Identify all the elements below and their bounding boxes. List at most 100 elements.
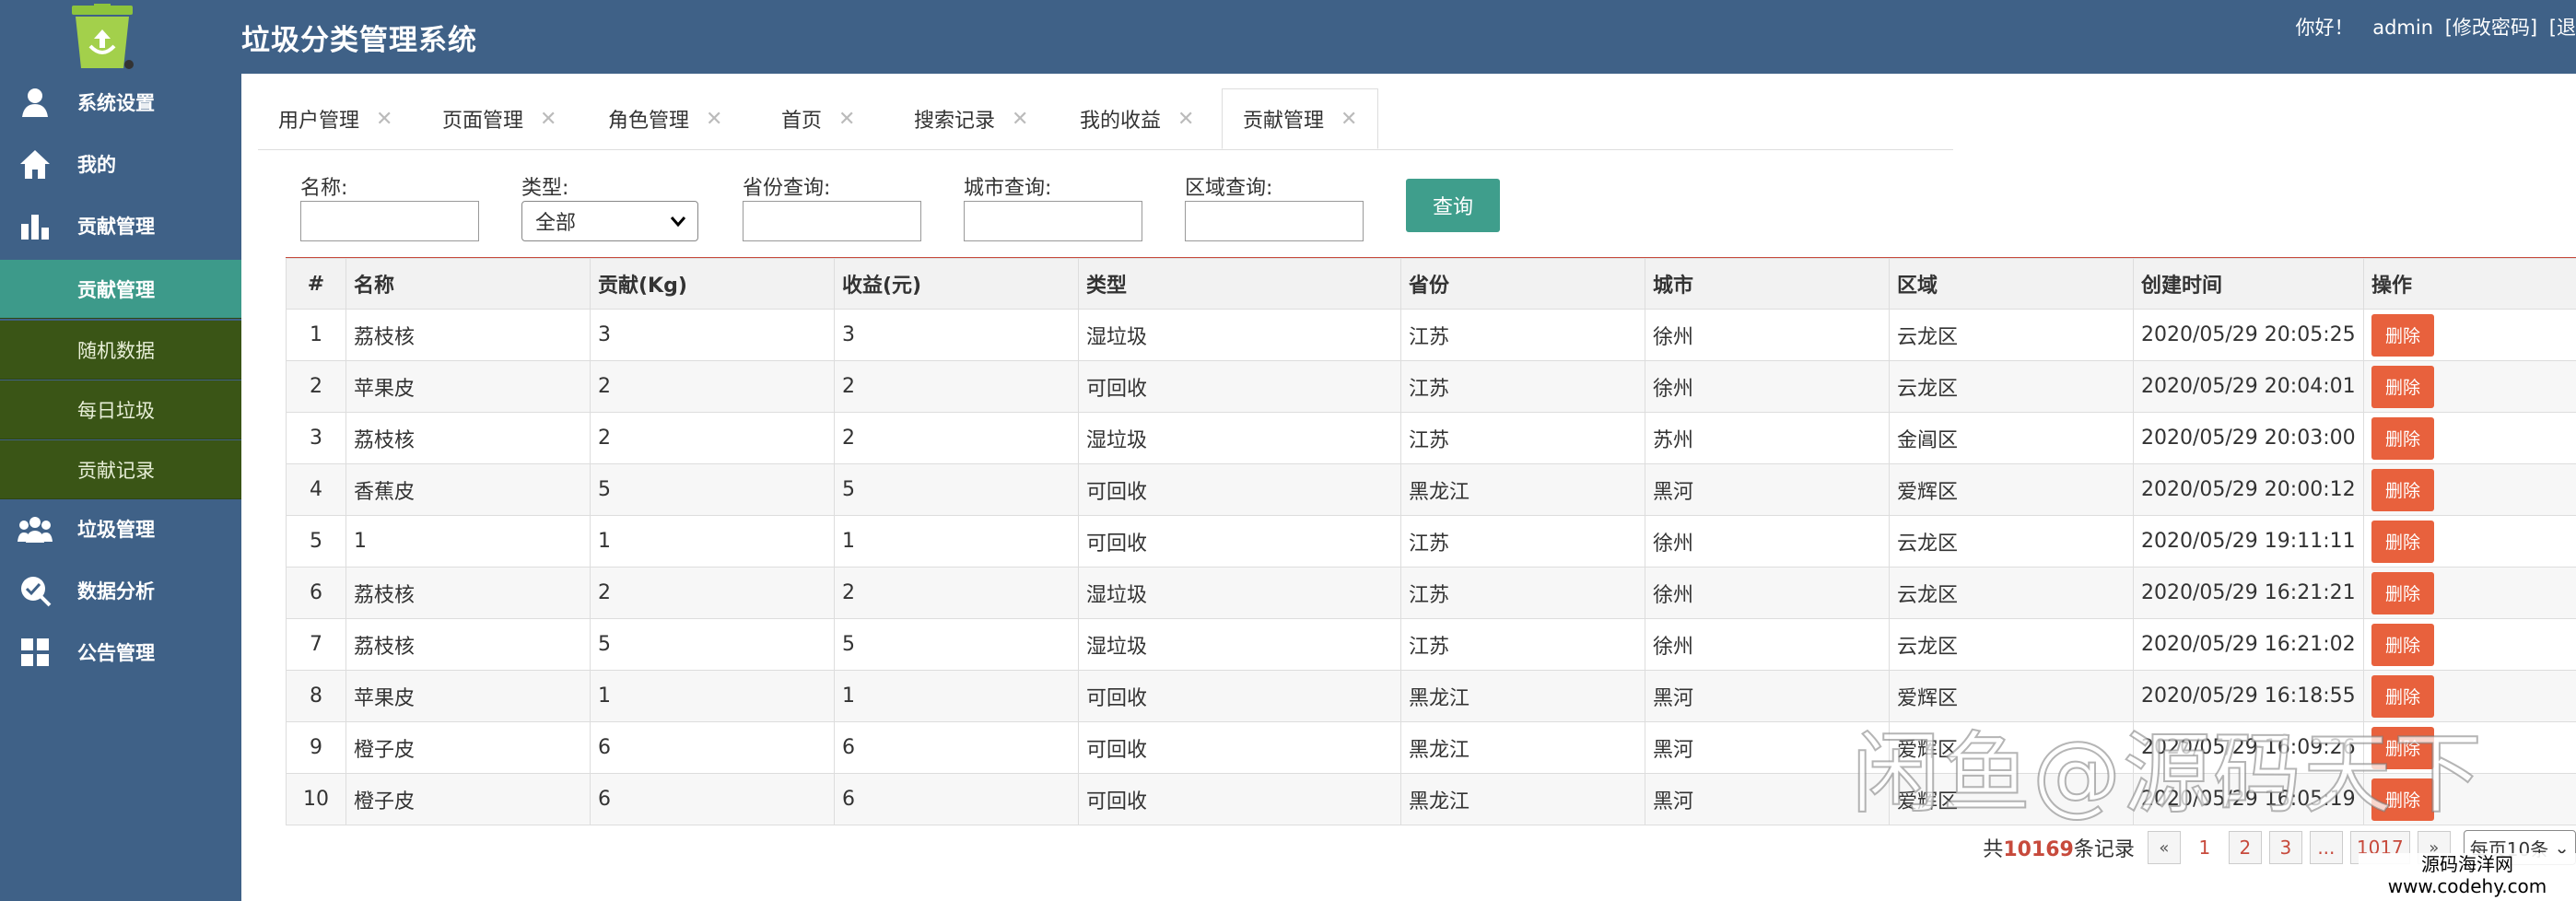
submenu-item-daily-garbage[interactable]: 每日垃圾: [0, 380, 241, 439]
table-cell: 8: [286, 670, 346, 722]
logout-link[interactable]: [退: [2549, 17, 2576, 39]
page-2-button[interactable]: 2: [2228, 831, 2262, 864]
delete-button[interactable]: 删除: [2371, 313, 2434, 357]
name-input[interactable]: [300, 201, 479, 241]
query-button[interactable]: 查询: [1406, 179, 1500, 232]
district-input[interactable]: [1185, 201, 1364, 241]
table-cell: 黑龙江: [1400, 463, 1645, 516]
table-cell: 4: [286, 463, 346, 516]
close-icon[interactable]: ✕: [838, 108, 855, 131]
name-label: 名称:: [300, 177, 348, 200]
site-url: www.codehy.com: [2387, 875, 2547, 897]
action-cell: 删除: [2363, 515, 2576, 568]
tab-bar: 用户管理 ✕ 页面管理 ✕ 角色管理 ✕ 首页 ✕ 搜索记录 ✕ 我的收益 ✕ 贡献管理 ✕: [258, 88, 1953, 150]
table-cell: 2020/05/29 20:04:01: [2133, 360, 2364, 413]
close-icon[interactable]: ✕: [706, 108, 722, 131]
city-input[interactable]: [964, 201, 1142, 241]
delete-button[interactable]: 删除: [2371, 468, 2434, 511]
delete-button[interactable]: 删除: [2371, 623, 2434, 666]
action-cell: 删除: [2363, 618, 2576, 671]
table-cell: 徐州: [1645, 567, 1890, 619]
tab-search-records[interactable]: 搜索记录 ✕: [914, 88, 1028, 149]
tab-contribution-management[interactable]: 贡献管理 ✕: [1222, 88, 1379, 149]
submenu-item-contribution-records[interactable]: 贡献记录: [0, 440, 241, 499]
total-records: 共10169条记录: [1983, 833, 2135, 862]
table-cell: 湿垃圾: [1078, 567, 1401, 619]
table-cell: 可回收: [1078, 721, 1401, 774]
column-header[interactable]: 收益(元): [834, 258, 1079, 310]
close-icon[interactable]: ✕: [1012, 108, 1028, 131]
table-row: 2 苹果皮 2 2 可回收 江苏 徐州 云龙区 2020/05/29 20:04:01 删除: [286, 360, 2576, 413]
table-cell: 黑龙江: [1400, 773, 1645, 825]
tab-role-management[interactable]: 角色管理 ✕: [608, 88, 722, 149]
close-icon[interactable]: ✕: [1341, 108, 1357, 131]
sidebar-item-announcement[interactable]: 公告管理: [0, 622, 241, 683]
badge-icon: [17, 572, 53, 609]
delete-button[interactable]: 删除: [2371, 520, 2434, 563]
type-select-value: 全部: [535, 212, 577, 235]
table-cell: 云龙区: [1889, 618, 2134, 671]
change-password-link[interactable]: [修改密码]: [2445, 17, 2537, 39]
table-cell: 5: [834, 463, 1079, 516]
column-header[interactable]: 省份: [1400, 258, 1645, 310]
column-header[interactable]: 名称: [345, 258, 591, 310]
sidebar-item-system-settings[interactable]: 系统设置: [0, 72, 241, 133]
column-header[interactable]: 区域: [1889, 258, 2134, 310]
close-icon[interactable]: ✕: [540, 108, 556, 131]
page-3-button[interactable]: 3: [2268, 831, 2302, 864]
table-cell: 江苏: [1400, 309, 1645, 361]
submenu-item-contribution-management[interactable]: 贡献管理: [0, 260, 241, 319]
sidebar-item-label: 我的: [77, 154, 116, 176]
column-header[interactable]: 贡献(Kg): [590, 258, 835, 310]
table-cell: 1: [834, 670, 1079, 722]
site-watermark: 源码海洋网 www.codehy.com: [2359, 853, 2576, 901]
sidebar-item-garbage-management[interactable]: 垃圾管理: [0, 498, 241, 559]
action-cell: 删除: [2363, 412, 2576, 464]
delete-button[interactable]: 删除: [2371, 416, 2434, 460]
table-cell: 江苏: [1400, 567, 1645, 619]
table-cell: 苹果皮: [345, 670, 591, 722]
tab-home[interactable]: 首页 ✕: [781, 88, 855, 149]
table-cell: 徐州: [1645, 515, 1890, 568]
tab-page-management[interactable]: 页面管理 ✕: [442, 88, 556, 149]
sidebar-item-label: 系统设置: [77, 92, 155, 114]
column-header[interactable]: 创建时间: [2133, 258, 2364, 310]
user-area: 你好！ admin [修改密码] [退: [2296, 13, 2576, 41]
table-cell: 橙子皮: [345, 721, 591, 774]
table-cell: 徐州: [1645, 309, 1890, 361]
sidebar-item-contribution[interactable]: 贡献管理: [0, 195, 241, 256]
page-ellipsis: ...: [2309, 831, 2343, 864]
table-cell: 可回收: [1078, 773, 1401, 825]
close-icon[interactable]: ✕: [1177, 108, 1194, 131]
table-cell: 徐州: [1645, 618, 1890, 671]
sidebar-item-mine[interactable]: 我的: [0, 134, 241, 194]
tab-my-earnings[interactable]: 我的收益 ✕: [1080, 88, 1194, 149]
delete-button[interactable]: 删除: [2371, 365, 2434, 408]
column-header[interactable]: 类型: [1078, 258, 1401, 310]
type-select[interactable]: 全部: [521, 201, 698, 241]
sidebar-item-label: 数据分析: [77, 580, 155, 603]
column-header[interactable]: 城市: [1645, 258, 1890, 310]
page-1-button[interactable]: 1: [2188, 831, 2221, 864]
table-cell: 可回收: [1078, 463, 1401, 516]
table-cell: 9: [286, 721, 346, 774]
table-row: 7 荔枝核 5 5 湿垃圾 江苏 徐州 云龙区 2020/05/29 16:21:02 删除: [286, 618, 2576, 671]
sidebar-item-data-analysis[interactable]: 数据分析: [0, 560, 241, 621]
delete-button[interactable]: 删除: [2371, 571, 2434, 614]
submenu-item-random-data[interactable]: 随机数据: [0, 321, 241, 380]
table-cell: 2: [286, 360, 346, 413]
table-cell: 湿垃圾: [1078, 618, 1401, 671]
table-cell: 6: [834, 773, 1079, 825]
prev-page-button[interactable]: «: [2147, 831, 2181, 864]
tab-label: 我的收益: [1080, 110, 1162, 133]
table-cell: 江苏: [1400, 412, 1645, 464]
province-input[interactable]: [743, 201, 921, 241]
top-header: 垃圾分类管理系统 你好！ admin [修改密码] [退: [0, 0, 2576, 74]
tab-user-management[interactable]: 用户管理 ✕: [278, 88, 392, 149]
table-cell: 2020/05/29 20:00:12: [2133, 463, 2364, 516]
table-cell: 云龙区: [1889, 360, 2134, 413]
table-cell: 荔枝核: [345, 412, 591, 464]
province-label: 省份查询:: [743, 177, 831, 200]
close-icon[interactable]: ✕: [376, 108, 392, 131]
username-link[interactable]: admin: [2372, 17, 2433, 39]
